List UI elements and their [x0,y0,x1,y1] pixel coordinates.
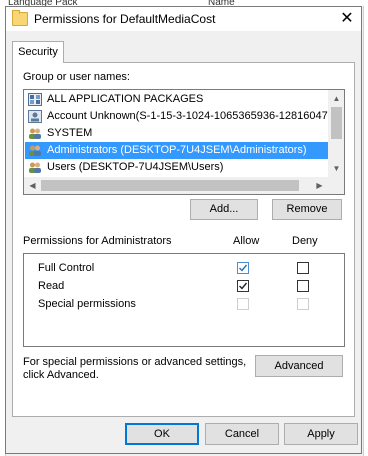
list-item-label: ALL APPLICATION PACKAGES [47,93,204,105]
window-title: Permissions for DefaultMediaCost [34,12,216,26]
scroll-up-icon[interactable]: ▲ [328,90,344,107]
users-icon [29,145,41,156]
cancel-button[interactable]: Cancel [205,423,279,445]
permission-name: Full Control [38,262,95,274]
unknown-account-icon [28,110,42,123]
close-icon[interactable]: ✕ [336,8,358,30]
users-icon [29,128,41,139]
group-users-label: Group or user names: [23,71,130,83]
advanced-button[interactable]: Advanced [255,355,343,377]
list-item-label: Account Unknown(S-1-15-3-1024-1065365936… [47,110,328,122]
scroll-left-icon[interactable]: ◀ [24,177,41,194]
background-right-edge [363,6,368,456]
horizontal-scrollbar[interactable]: ◀ ▶ [24,177,328,194]
special-allow-checkbox [237,298,249,310]
permission-name: Special permissions [38,298,136,310]
list-item[interactable]: Account Unknown(S-1-15-3-1024-1065365936… [25,108,328,125]
permission-name: Read [38,280,65,292]
list-item-selected[interactable]: Administrators (DESKTOP-7U4JSEM\Administ… [25,142,328,159]
check-icon [239,264,248,272]
check-icon [239,282,248,290]
vertical-scrollbar[interactable]: ▲ ▼ [328,90,344,177]
allow-header: Allow [233,235,260,247]
scroll-down-icon[interactable]: ▼ [328,160,344,177]
apply-button[interactable]: Apply [284,423,358,445]
remove-button[interactable]: Remove [272,199,342,220]
vertical-scroll-thumb[interactable] [331,107,342,139]
list-item-label: Users (DESKTOP-7U4JSEM\Users) [47,161,224,173]
permissions-table: Full Control Read Special permissions [23,253,345,347]
title-bar[interactable]: Permissions for DefaultMediaCost ✕ [6,7,361,31]
read-deny-checkbox[interactable] [297,280,309,292]
add-button[interactable]: Add... [190,199,258,220]
permissions-label: Permissions for Administrators [23,235,172,247]
list-item[interactable]: ALL APPLICATION PACKAGES [25,91,328,108]
permissions-dialog: Permissions for DefaultMediaCost ✕ Secur… [5,6,362,454]
advanced-hint-line2: click Advanced. [23,369,99,381]
full-control-allow-checkbox[interactable] [237,262,249,274]
scroll-right-icon[interactable]: ▶ [311,177,328,194]
list-item-label: Administrators (DESKTOP-7U4JSEM\Administ… [47,144,307,156]
ok-button[interactable]: OK [125,423,199,445]
special-deny-checkbox [297,298,309,310]
tab-security[interactable]: Security [12,41,64,63]
scrollbar-corner [328,177,344,194]
deny-header: Deny [292,235,318,247]
read-allow-checkbox[interactable] [237,280,249,292]
folder-icon [12,10,28,26]
list-item-label: SYSTEM [47,127,93,139]
list-item[interactable]: SYSTEM [25,125,328,142]
group-users-list[interactable]: ALL APPLICATION PACKAGES Account Unknown… [23,89,345,195]
list-item[interactable]: Users (DESKTOP-7U4JSEM\Users) [25,159,328,176]
users-icon [29,162,41,173]
horizontal-scroll-thumb[interactable] [41,180,299,191]
advanced-hint-line1: For special permissions or advanced sett… [23,356,247,368]
package-icon [28,93,42,106]
full-control-deny-checkbox[interactable] [297,262,309,274]
